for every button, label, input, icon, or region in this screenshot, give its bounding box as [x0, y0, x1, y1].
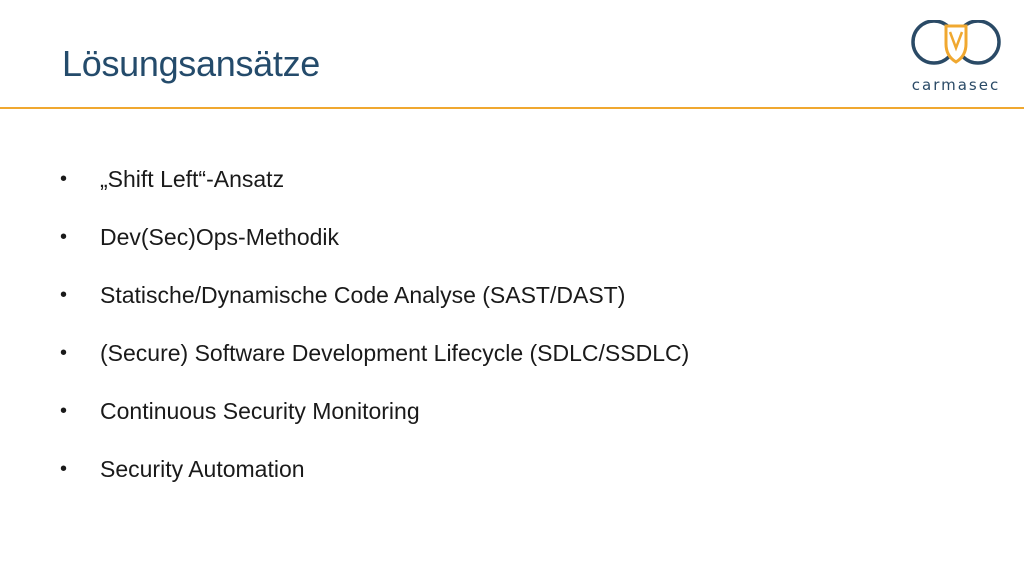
list-item: • (Secure) Software Development Lifecycl…: [60, 324, 689, 382]
bullet-icon: •: [60, 342, 68, 364]
bullet-text: Statische/Dynamische Code Analyse (SAST/…: [100, 281, 626, 308]
carmasec-logo-icon: [911, 20, 1001, 65]
list-item: • Dev(Sec)Ops-Methodik: [60, 208, 689, 266]
bullet-text: Dev(Sec)Ops-Methodik: [100, 223, 340, 250]
bullet-icon: •: [60, 458, 68, 480]
title-divider: [0, 107, 1024, 109]
bullet-text: Security Automation: [100, 455, 305, 482]
bullet-icon: •: [60, 284, 68, 306]
bullet-icon: •: [60, 400, 68, 422]
list-item: • Security Automation: [60, 440, 689, 498]
logo-wordmark: carmasec: [911, 76, 1001, 94]
bullet-text: „Shift Left“-Ansatz: [100, 165, 285, 192]
list-item: • „Shift Left“-Ansatz: [60, 150, 689, 208]
slide-title: Lösungsansätze: [62, 43, 320, 84]
list-item: • Statische/Dynamische Code Analyse (SAS…: [60, 266, 689, 324]
bullet-text: (Secure) Software Development Lifecycle …: [100, 339, 690, 366]
bullet-icon: •: [60, 168, 68, 190]
bullet-icon: •: [60, 226, 68, 248]
bullet-text: Continuous Security Monitoring: [100, 397, 420, 424]
slide: Lösungsansätze carmasec • „Shift Left“-A…: [0, 0, 1024, 576]
list-item: • Continuous Security Monitoring: [60, 382, 689, 440]
bullet-list: • „Shift Left“-Ansatz • Dev(Sec)Ops-Meth…: [60, 150, 689, 498]
company-logo: carmasec: [908, 20, 1004, 98]
